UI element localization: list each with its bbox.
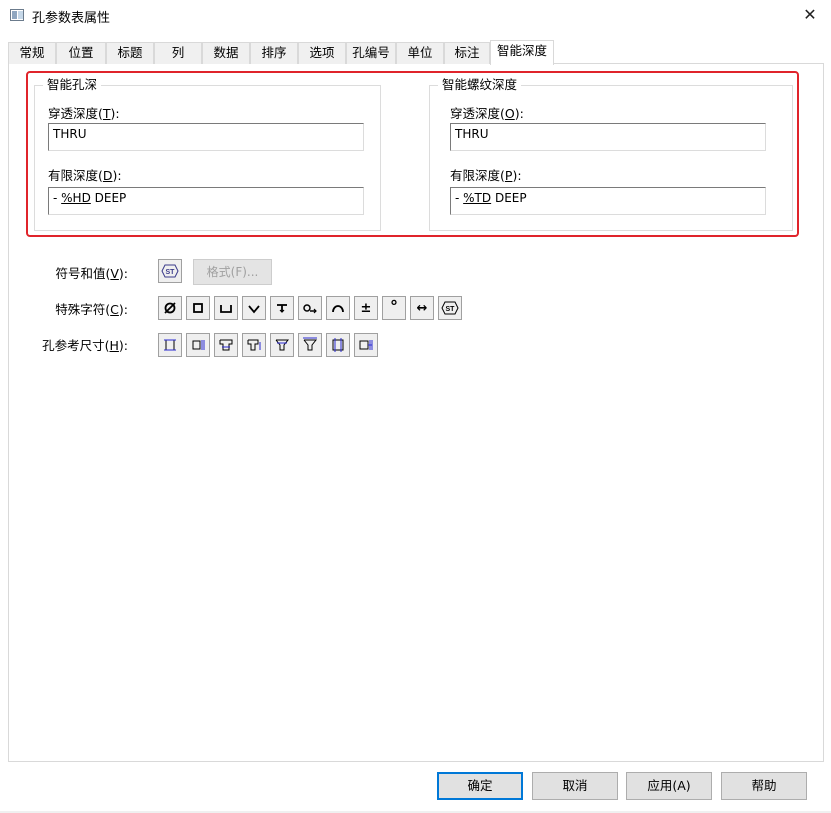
tab-strip: 常规 位置 标题 列 数据 排序 选项 孔编号 单位 标注 智能深度 — [8, 40, 824, 65]
tab-position[interactable]: 位置 — [56, 42, 106, 64]
window-icon — [10, 9, 24, 21]
tab-sort[interactable]: 排序 — [250, 42, 298, 64]
countersink-dimension-icon — [303, 337, 318, 351]
apply-button[interactable]: 应用(A) — [626, 772, 712, 800]
format-button[interactable]: 格式(F)... — [193, 259, 272, 285]
thread-limited-depth-input[interactable]: - %TD DEEP — [450, 187, 766, 215]
tab-options[interactable]: 选项 — [298, 42, 346, 64]
st-icon: ST — [441, 301, 459, 315]
close-button[interactable]: ✕ — [795, 2, 825, 28]
between-button[interactable]: ↔ — [410, 296, 434, 320]
symbols-values-label: 符号和值(V): — [55, 266, 128, 281]
hole-dim-button-6[interactable] — [298, 333, 322, 357]
hole-dim-button-5[interactable] — [270, 333, 294, 357]
hole-dimension-icon — [164, 339, 176, 351]
tab-smart-depth[interactable]: 智能深度 — [490, 40, 554, 65]
hole-dimension-icon — [219, 339, 233, 351]
depth-icon — [277, 304, 287, 313]
hole-limited-depth-label: 有限深度(D): — [48, 168, 122, 183]
hole-dimension-icon — [332, 338, 344, 352]
between-icon: ↔ — [416, 300, 428, 316]
hole-dimension-icon — [247, 339, 261, 351]
special-chars-label: 特殊字符(C): — [55, 302, 128, 317]
hole-dim-button-7[interactable] — [326, 333, 350, 357]
window-title: 孔参数表属性 — [32, 11, 111, 26]
group-title-smart-hole-depth: 智能孔深 — [43, 77, 102, 93]
hole-dimension-icon — [359, 340, 373, 350]
title-bar: 孔参数表属性 ✕ — [0, 0, 831, 32]
hole-dim-button-1[interactable] — [158, 333, 182, 357]
counterbore-icon — [220, 305, 232, 313]
hole-dimension-icon — [192, 340, 205, 350]
thread-limited-depth-label: 有限深度(P): — [450, 168, 522, 183]
countersink-icon — [248, 305, 260, 314]
hole-dim-button-4[interactable] — [242, 333, 266, 357]
help-button[interactable]: 帮助 — [721, 772, 807, 800]
svg-text:ST: ST — [446, 306, 456, 313]
square-button[interactable] — [186, 296, 210, 320]
hole-dim-button-2[interactable] — [186, 333, 210, 357]
countersink-dimension-icon — [275, 339, 290, 351]
degree-icon: ° — [390, 296, 398, 316]
svg-text:ST: ST — [166, 269, 176, 276]
thread-through-depth-input[interactable]: THRU — [450, 123, 766, 151]
counterbore-button[interactable] — [214, 296, 238, 320]
arc-icon — [332, 305, 344, 313]
diameter-button[interactable] — [158, 296, 182, 320]
tab-title[interactable]: 标题 — [106, 42, 154, 64]
thread-icon — [303, 304, 317, 314]
ok-button[interactable]: 确定 — [437, 772, 523, 800]
diameter-icon — [164, 302, 176, 314]
st-icon: ST — [161, 264, 179, 278]
plus-minus-button[interactable]: ± — [354, 296, 378, 320]
degree-button[interactable]: ° — [382, 296, 406, 320]
square-icon — [193, 303, 203, 313]
st-char-button[interactable]: ST — [438, 296, 462, 320]
cancel-button[interactable]: 取消 — [532, 772, 618, 800]
thread-through-depth-label: 穿透深度(O): — [450, 106, 524, 121]
group-title-smart-thread-depth: 智能螺纹深度 — [438, 77, 522, 93]
hole-dim-button-3[interactable] — [214, 333, 238, 357]
hole-limited-depth-input[interactable]: - %HD DEEP — [48, 187, 364, 215]
plus-minus-icon: ± — [360, 300, 372, 316]
tab-hole-numbering[interactable]: 孔编号 — [346, 42, 396, 64]
st-symbol-button[interactable]: ST — [158, 259, 182, 283]
hole-through-depth-input[interactable]: THRU — [48, 123, 364, 151]
tab-general[interactable]: 常规 — [8, 42, 56, 64]
hole-ref-dims-label: 孔参考尺寸(H): — [42, 338, 128, 353]
hole-through-depth-label: 穿透深度(T): — [48, 106, 120, 121]
thread-button[interactable] — [298, 296, 322, 320]
arc-button[interactable] — [326, 296, 350, 320]
hole-dim-button-8[interactable] — [354, 333, 378, 357]
tab-column[interactable]: 列 — [154, 42, 202, 64]
tab-annotation[interactable]: 标注 — [444, 42, 490, 64]
tab-data[interactable]: 数据 — [202, 42, 250, 64]
countersink-button[interactable] — [242, 296, 266, 320]
depth-button[interactable] — [270, 296, 294, 320]
tab-units[interactable]: 单位 — [396, 42, 444, 64]
